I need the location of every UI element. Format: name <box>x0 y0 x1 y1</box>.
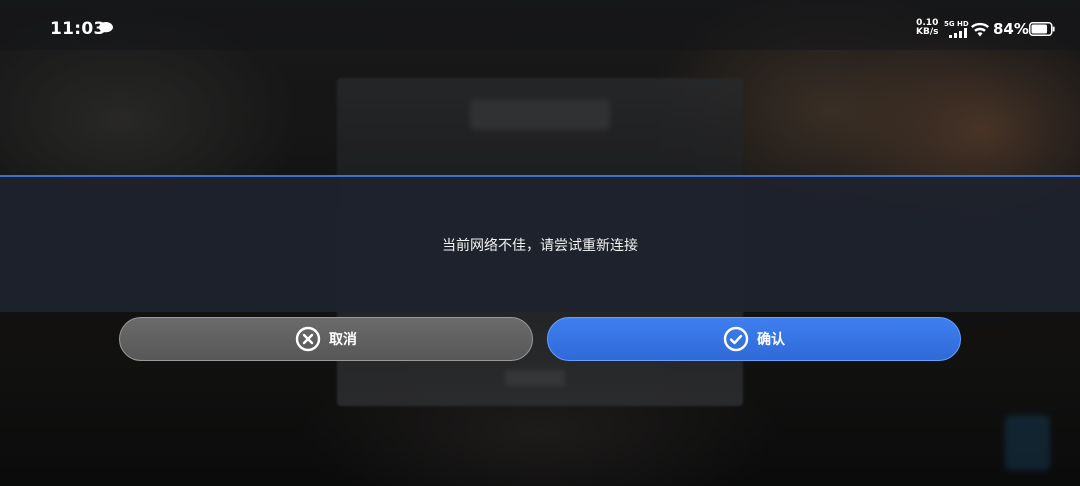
dialog-message: 当前网络不佳，请尝试重新连接 <box>442 238 638 254</box>
close-circle-icon <box>295 326 321 352</box>
status-bar: 11:03 0.10 KB/s 5G HD 84% <box>0 0 1080 50</box>
confirm-button-label: 确认 <box>757 332 785 348</box>
message-icon <box>99 22 113 34</box>
wifi-icon <box>971 22 989 37</box>
cancel-button[interactable]: 取消 <box>119 317 533 361</box>
signal-icon <box>949 28 967 38</box>
battery-percentage: 84% <box>993 20 1029 38</box>
cancel-button-label: 取消 <box>329 332 357 348</box>
network-speed-unit: KB/s <box>916 27 939 37</box>
network-speed: 0.10 KB/s <box>916 19 938 37</box>
battery-icon <box>1029 22 1055 36</box>
check-circle-icon <box>723 326 749 352</box>
network-error-dialog: 当前网络不佳，请尝试重新连接 <box>0 175 1080 312</box>
confirm-button[interactable]: 确认 <box>547 317 961 361</box>
network-type-label: 5G HD <box>944 20 969 28</box>
